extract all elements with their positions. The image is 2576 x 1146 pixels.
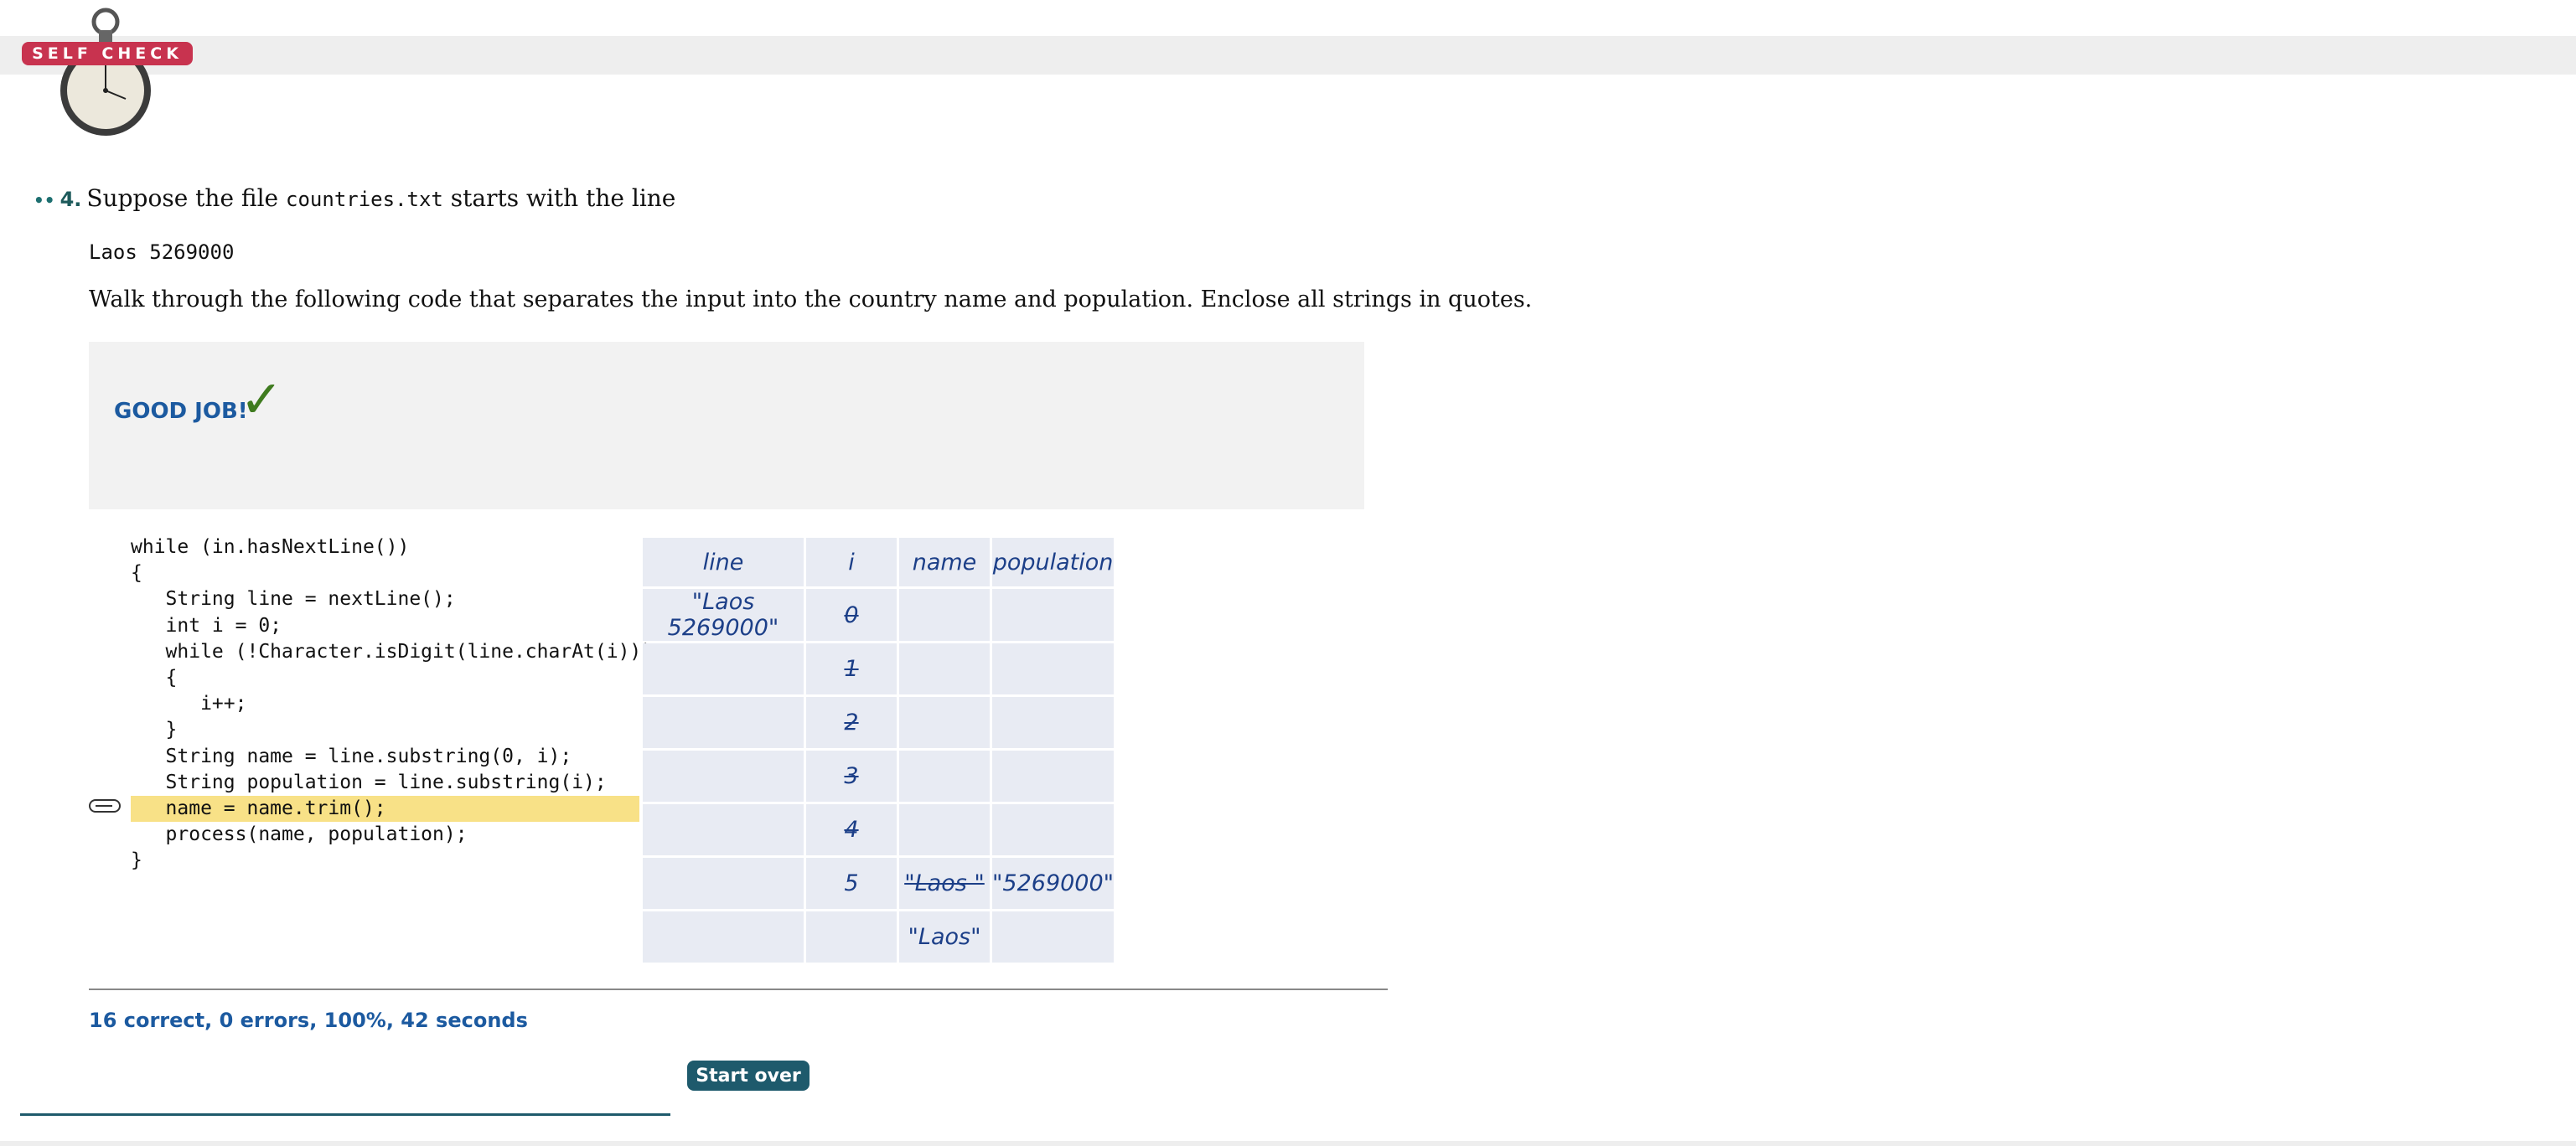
trace-row: 3 — [643, 751, 1115, 802]
cell-population[interactable]: "5269000" — [992, 858, 1115, 909]
header-line: line — [643, 538, 804, 586]
question-intro-end: starts with the line — [450, 184, 676, 212]
start-over-button[interactable]: Start over — [687, 1061, 810, 1091]
code-line: String population = line.substring(i); — [131, 771, 607, 793]
cell-population[interactable] — [992, 697, 1115, 748]
cell-name[interactable] — [899, 697, 990, 748]
trace-row: 5 "Laos " "5269000" — [643, 858, 1115, 909]
header-i: i — [806, 538, 897, 586]
cell-line[interactable] — [643, 911, 804, 963]
cell-line[interactable] — [643, 643, 804, 694]
score-summary: 16 correct, 0 errors, 100%, 42 seconds — [89, 1009, 528, 1032]
cell-name[interactable] — [899, 643, 990, 694]
current-code-line: name = name.trim(); — [131, 795, 639, 823]
code-line: while (in.hasNextLine()) — [131, 536, 410, 558]
cell-i[interactable]: 3 — [806, 751, 897, 802]
cell-population[interactable] — [992, 643, 1115, 694]
cell-line[interactable] — [643, 804, 804, 855]
question-prompt: •• 4. Suppose the file countries.txt start… — [34, 184, 675, 212]
question-intro: Suppose the file — [86, 184, 279, 212]
trace-table: line i name population "Laos 5269000" 0 … — [640, 535, 1116, 965]
trace-row: "Laos" — [643, 911, 1115, 963]
code-line: process(name, population); — [131, 823, 468, 846]
cell-population[interactable] — [992, 589, 1115, 641]
code-line: i++; — [131, 693, 247, 715]
bottom-rule — [20, 1113, 670, 1116]
footer-bar — [0, 1141, 2576, 1146]
header-name: name — [899, 538, 990, 586]
cell-line[interactable] — [643, 751, 804, 802]
instruction-text: Walk through the following code that sep… — [89, 286, 1533, 312]
feedback-box: GOOD JOB! ✓ — [89, 342, 1364, 509]
cell-name[interactable]: "Laos " — [899, 858, 990, 909]
cell-i[interactable] — [806, 911, 897, 963]
cell-i[interactable]: 4 — [806, 804, 897, 855]
code-line: { — [131, 562, 142, 585]
trace-row: 2 — [643, 697, 1115, 748]
cell-population[interactable] — [992, 911, 1115, 963]
filename: countries.txt — [286, 188, 443, 211]
cell-i[interactable]: 5 — [806, 858, 897, 909]
cell-i[interactable]: 2 — [806, 697, 897, 748]
cell-line[interactable]: "Laos 5269000" — [643, 589, 804, 641]
code-line: while (!Character.isDigit(line.charAt(i)… — [131, 640, 654, 663]
trace-row: "Laos 5269000" 0 — [643, 589, 1115, 641]
code-line: String name = line.substring(0, i); — [131, 745, 572, 767]
self-check-badge: SELF CHECK — [22, 42, 193, 65]
cell-i[interactable]: 0 — [806, 589, 897, 641]
code-line: } — [131, 849, 142, 872]
cell-i[interactable]: 1 — [806, 643, 897, 694]
trace-row: 4 — [643, 804, 1115, 855]
pointer-icon — [89, 799, 121, 813]
code-listing: while (in.hasNextLine()) { String line = … — [131, 534, 654, 874]
cell-name[interactable] — [899, 589, 990, 641]
cell-line[interactable] — [643, 858, 804, 909]
cell-population[interactable] — [992, 804, 1115, 855]
question-number: 4. — [59, 188, 82, 211]
code-line: { — [131, 666, 178, 689]
cell-name[interactable]: "Laos" — [899, 911, 990, 963]
difficulty-dots: •• — [34, 190, 55, 210]
code-line: String line = nextLine(); — [131, 588, 456, 611]
good-job-label: GOOD JOB! — [114, 399, 248, 424]
cell-population[interactable] — [992, 751, 1115, 802]
cell-name[interactable] — [899, 751, 990, 802]
divider — [89, 989, 1388, 990]
code-line: } — [131, 719, 178, 741]
trace-row: 1 — [643, 643, 1115, 694]
cell-line[interactable] — [643, 697, 804, 748]
code-line: int i = 0; — [131, 614, 282, 637]
trace-header-row: line i name population — [643, 538, 1115, 586]
header-population: population — [992, 538, 1115, 586]
stopwatch-icon — [60, 8, 151, 136]
checkmark-icon: ✓ — [240, 369, 283, 430]
cell-name[interactable] — [899, 804, 990, 855]
file-line: Laos 5269000 — [89, 240, 235, 264]
top-bar — [0, 36, 2576, 75]
